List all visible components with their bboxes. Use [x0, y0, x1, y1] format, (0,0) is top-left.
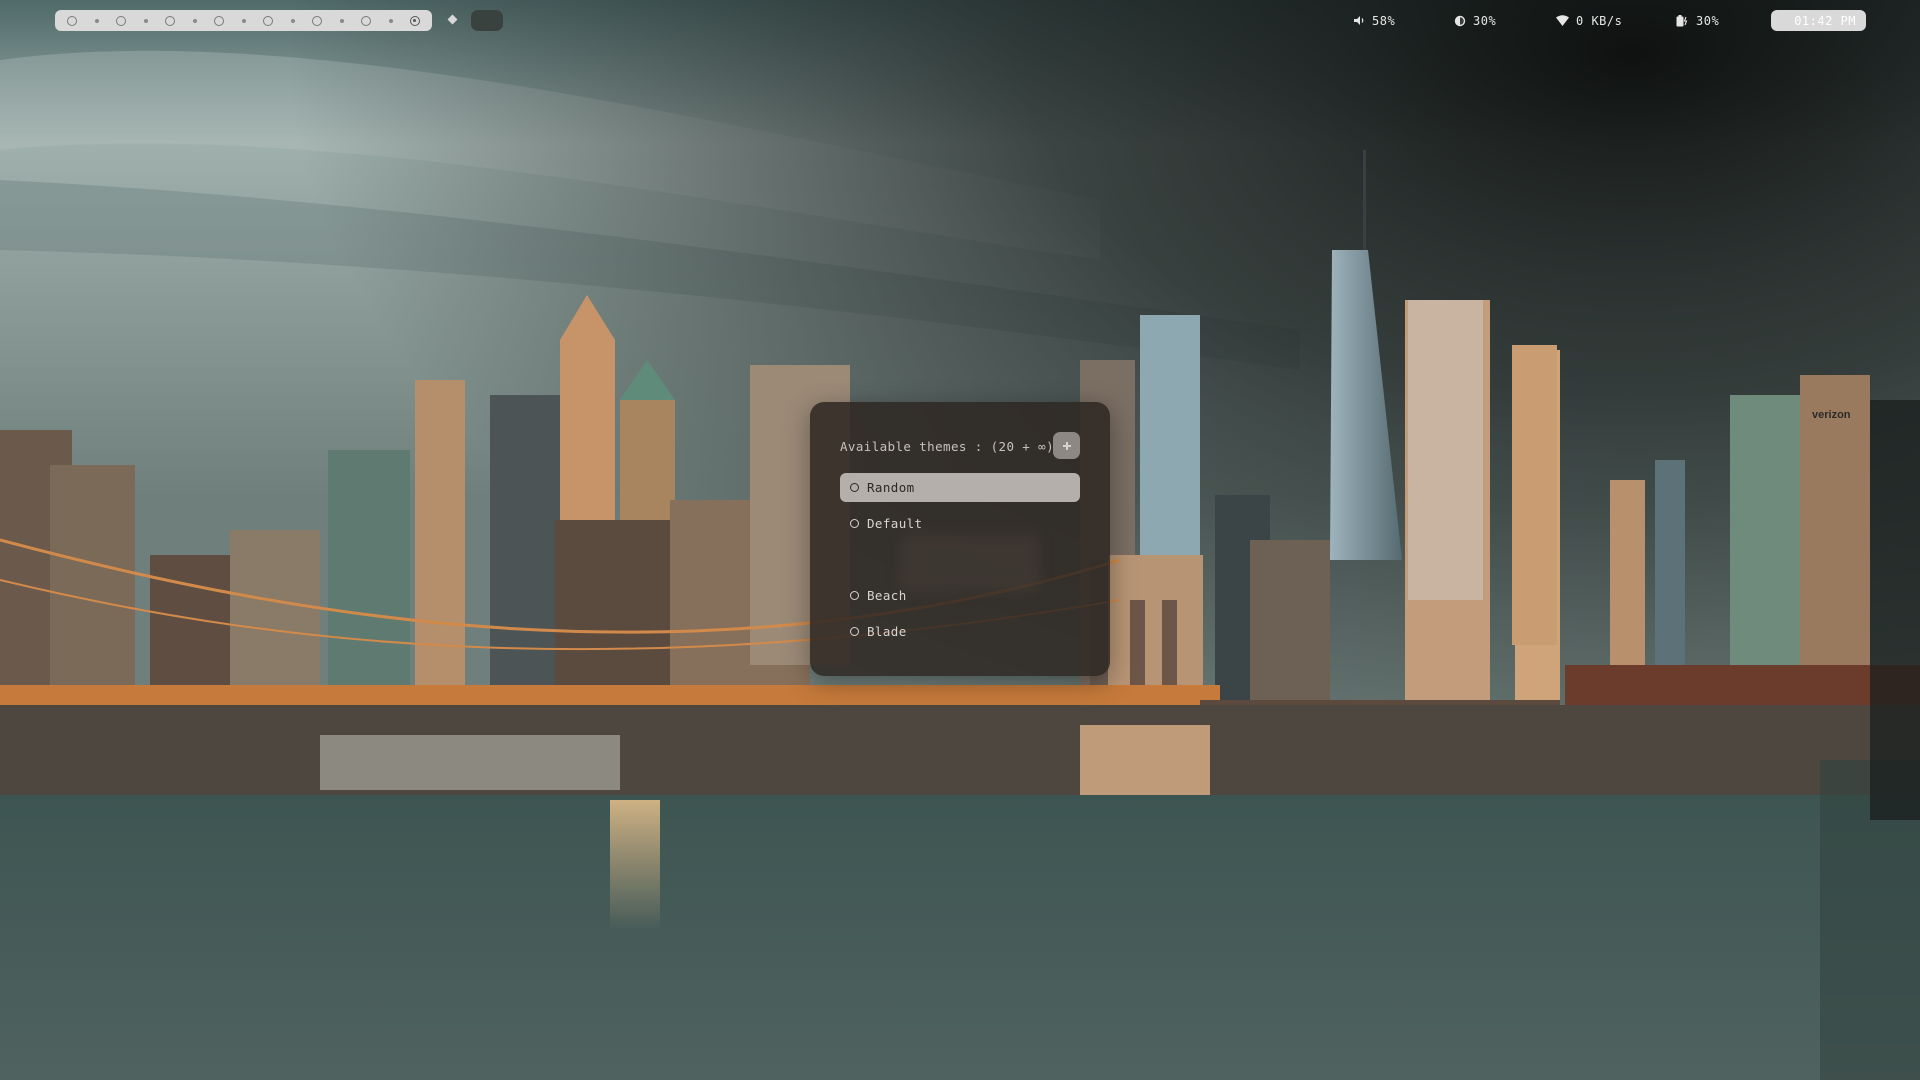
- theme-option-beach[interactable]: Beach: [840, 581, 1080, 610]
- workspace-3[interactable]: [165, 15, 175, 26]
- network-indicator[interactable]: 0 KB/s: [1556, 12, 1622, 29]
- workspace-6[interactable]: [312, 15, 322, 26]
- speaker-icon: [1354, 16, 1364, 25]
- brightness-value: 30%: [1473, 13, 1497, 28]
- battery-indicator[interactable]: 30%: [1676, 12, 1719, 29]
- theme-option-blade[interactable]: Blade: [840, 617, 1080, 646]
- workspace-2[interactable]: [116, 15, 126, 26]
- radio-icon: [850, 591, 859, 600]
- theme-option-label: Blade: [867, 624, 907, 639]
- workspace-5[interactable]: [263, 15, 273, 26]
- workspace-separator: [143, 18, 148, 23]
- workspace-separator: [192, 18, 197, 23]
- clock[interactable]: 01:42 PM: [1771, 10, 1866, 31]
- battery-value: 30%: [1696, 13, 1720, 28]
- theme-action-button[interactable]: [1053, 432, 1080, 459]
- verizon-sign: verizon: [1812, 409, 1851, 421]
- workspace-separator: [94, 18, 99, 23]
- window-title-pill[interactable]: [471, 10, 503, 31]
- wifi-icon: [1556, 15, 1569, 26]
- brightness-icon: [1454, 15, 1466, 26]
- theme-option-random[interactable]: Random: [840, 473, 1080, 502]
- volume-indicator[interactable]: 58%: [1354, 12, 1395, 29]
- theme-picker: Available themes : (20 + ∞) Random Defau…: [810, 402, 1110, 676]
- radio-icon: [850, 627, 859, 636]
- clock-time: 01:42 PM: [1794, 13, 1856, 28]
- battery-charging-icon: [1676, 14, 1688, 26]
- network-speed: 0 KB/s: [1576, 13, 1623, 28]
- workspace-separator: [388, 18, 393, 23]
- theme-option-label: Beach: [867, 588, 907, 603]
- workspace-switcher: [55, 10, 432, 31]
- workspace-4[interactable]: [214, 15, 224, 26]
- workspace-1[interactable]: [67, 15, 77, 26]
- radio-icon: [850, 483, 859, 492]
- theme-option-label: Default: [867, 516, 923, 531]
- plus-icon: [1062, 441, 1071, 450]
- workspace-7[interactable]: [361, 15, 371, 26]
- workspace-separator: [290, 18, 295, 23]
- theme-picker-header: Available themes : (20 + ∞): [840, 439, 1054, 454]
- workspace-8-active[interactable]: [410, 15, 420, 26]
- brightness-indicator[interactable]: 30%: [1454, 12, 1496, 29]
- desktop: verizon 58% 30% 0 KB/s 30% 01:42 PM Avai…: [0, 0, 1920, 1080]
- radio-icon: [850, 519, 859, 528]
- workspace-separator: [339, 18, 344, 23]
- volume-value: 58%: [1372, 13, 1396, 28]
- theme-option-label: Random: [867, 480, 915, 495]
- workspace-separator: [241, 18, 246, 23]
